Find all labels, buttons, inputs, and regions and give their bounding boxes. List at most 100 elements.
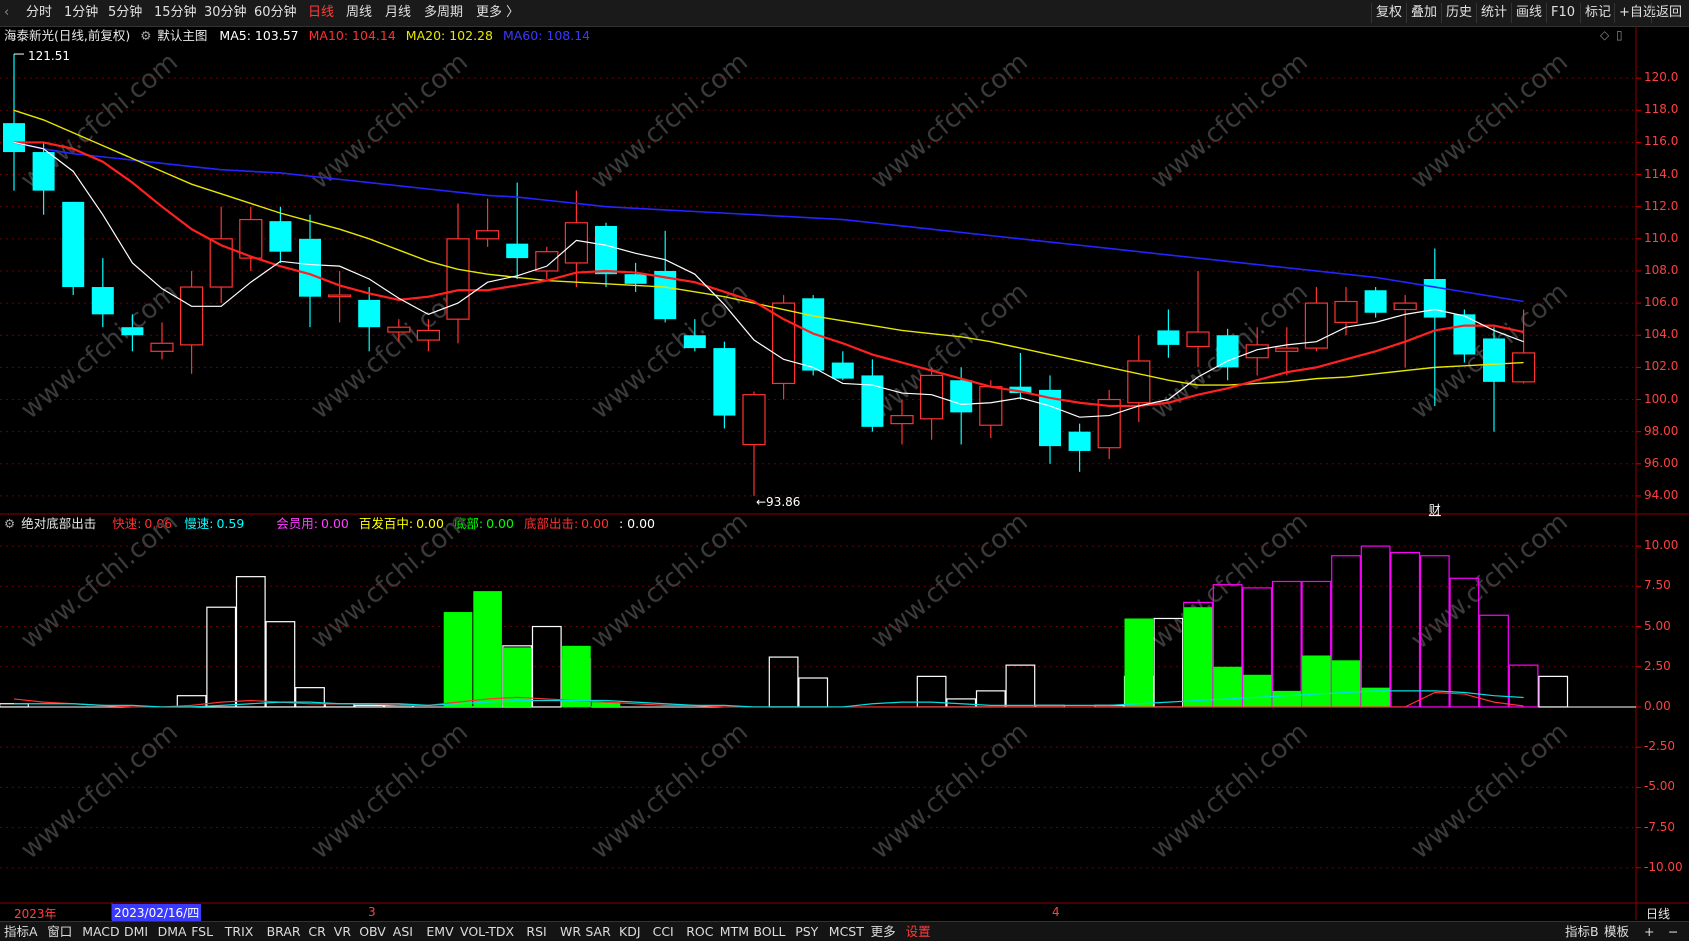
indicator-tab-0[interactable]: 指标A bbox=[4, 923, 38, 940]
indicator-bar bbox=[798, 677, 829, 708]
bottom-right-button-1[interactable]: 模板 bbox=[1604, 923, 1629, 940]
price-tick-label: 118.0 bbox=[1644, 102, 1679, 117]
high-price-label: 121.51 bbox=[28, 49, 70, 63]
indicator-tab-6[interactable]: TRIX bbox=[225, 923, 254, 940]
price-tick-label: 98.00 bbox=[1644, 423, 1679, 438]
watermark-text: www.cfchi.com bbox=[1405, 717, 1574, 865]
indicator-tab-1[interactable]: 窗口 bbox=[47, 923, 72, 940]
indicator-tab-11[interactable]: ASI bbox=[393, 923, 413, 940]
year-label: 2023年 bbox=[14, 907, 57, 921]
candle-body-up bbox=[1245, 344, 1269, 359]
candle-body-down bbox=[595, 225, 617, 275]
indicator-tab-13[interactable]: VOL-TDX bbox=[460, 923, 514, 940]
candle-body-up bbox=[1275, 347, 1299, 352]
candle-body-up bbox=[742, 394, 766, 446]
indicator-tick-label: 5.00 bbox=[1644, 618, 1671, 633]
candle-body-down bbox=[121, 327, 144, 336]
candle-body-down bbox=[358, 299, 381, 328]
price-tick-label: 116.0 bbox=[1644, 134, 1679, 149]
candle-body-up bbox=[416, 329, 440, 341]
indicator-tab-4[interactable]: DMA bbox=[158, 923, 187, 940]
indicator-tab-24[interactable]: 更多 bbox=[871, 923, 896, 940]
indicator-tab-22[interactable]: PSY bbox=[795, 923, 818, 940]
watermark-text: www.cfchi.com bbox=[865, 507, 1034, 655]
bottom-right-button-0[interactable]: 指标B bbox=[1565, 923, 1599, 940]
bottom-signal-bar bbox=[1213, 666, 1242, 707]
watermark-text: www.cfchi.com bbox=[585, 507, 754, 655]
watermark-text: www.cfchi.com bbox=[865, 277, 1034, 425]
indicator-tab-17[interactable]: KDJ bbox=[619, 923, 641, 940]
watermark-text: www.cfchi.com bbox=[1405, 47, 1574, 195]
indicator-bar bbox=[1538, 675, 1569, 708]
bottom-right-button-2[interactable]: + bbox=[1644, 923, 1654, 940]
price-tick-label: 106.0 bbox=[1644, 295, 1679, 310]
watermark-text: www.cfchi.com bbox=[305, 717, 474, 865]
indicator-tab-8[interactable]: CR bbox=[308, 923, 325, 940]
candle-body-down bbox=[831, 362, 854, 379]
indicator-tab-5[interactable]: FSL bbox=[191, 923, 213, 940]
finance-tag: 财 bbox=[1429, 503, 1441, 517]
candle-body-up bbox=[446, 238, 470, 320]
candle-body-down bbox=[861, 375, 884, 427]
chart-canvas[interactable]: www.cfchi.com www.cfchi.com www.cfchi.com w… bbox=[0, 0, 1689, 940]
period-label[interactable]: 日线 bbox=[1646, 905, 1670, 922]
indicator-tab-19[interactable]: ROC bbox=[686, 923, 713, 940]
indicator-tick-label: -7.50 bbox=[1644, 819, 1676, 834]
candle-body-down bbox=[683, 335, 706, 349]
candle-body-up bbox=[564, 222, 589, 264]
indicator-bar bbox=[265, 621, 296, 708]
candle-body-down bbox=[3, 123, 25, 153]
indicator-tab-9[interactable]: VR bbox=[334, 923, 351, 940]
cursor-date: 2023/02/16/四 bbox=[112, 904, 202, 921]
indicator-tab-7[interactable]: BRAR bbox=[267, 923, 301, 940]
candle-body-up bbox=[1511, 352, 1536, 383]
indicator-tab-3[interactable]: DMI bbox=[124, 923, 148, 940]
indicator-bar bbox=[235, 576, 266, 708]
indicator-bar bbox=[1271, 580, 1302, 708]
price-tick-label: 94.00 bbox=[1644, 487, 1679, 502]
indicator-bar bbox=[206, 606, 237, 708]
month-3-label: 3 bbox=[368, 905, 376, 919]
candle-body-down bbox=[950, 380, 973, 413]
indicator-tab-16[interactable]: SAR bbox=[585, 923, 610, 940]
ma5-line bbox=[13, 141, 1524, 418]
candle-body-down bbox=[299, 238, 321, 297]
indicator-tick-label: -2.50 bbox=[1644, 739, 1676, 754]
watermark-text: www.cfchi.com bbox=[585, 717, 754, 865]
watermark-text: www.cfchi.com bbox=[865, 717, 1034, 865]
candle-body-down bbox=[91, 287, 114, 315]
candle-body-down bbox=[624, 274, 647, 284]
indicator-tab-12[interactable]: EMV bbox=[426, 923, 453, 940]
candle-body-up bbox=[1393, 302, 1417, 311]
indicator-tab-23[interactable]: MCST bbox=[829, 923, 864, 940]
candle-body-down bbox=[713, 348, 736, 416]
bottom-signal-bar bbox=[1272, 690, 1302, 707]
price-tick-label: 108.0 bbox=[1644, 262, 1679, 277]
candle-body-up bbox=[328, 294, 352, 298]
candle-body-up bbox=[1127, 360, 1151, 404]
watermark-text: www.cfchi.com bbox=[865, 47, 1034, 195]
bottom-right-button-3[interactable]: − bbox=[1668, 923, 1678, 940]
candle-body-up bbox=[1334, 300, 1358, 323]
bottom-signal-bar bbox=[562, 645, 591, 707]
candle-body-down bbox=[269, 221, 292, 252]
indicator-tab-15[interactable]: WR bbox=[560, 923, 581, 940]
indicator-tab-2[interactable]: MACD bbox=[82, 923, 119, 940]
price-tick-label: 110.0 bbox=[1644, 230, 1679, 245]
indicator-tab-20[interactable]: MTM bbox=[720, 923, 749, 940]
indicator-tab-18[interactable]: CCI bbox=[653, 923, 674, 940]
indicator-tab-10[interactable]: OBV bbox=[359, 923, 386, 940]
low-price-label: ←93.86 bbox=[756, 495, 800, 509]
indicator-tab-21[interactable]: BOLL bbox=[753, 923, 785, 940]
bottom-signal-bar bbox=[1124, 618, 1154, 707]
indicator-bar bbox=[768, 656, 799, 708]
indicator-tab-14[interactable]: RSI bbox=[526, 923, 546, 940]
watermark-text: www.cfchi.com bbox=[1145, 47, 1314, 195]
candle-body-down bbox=[506, 243, 529, 259]
indicator-tick-label: -5.00 bbox=[1644, 779, 1676, 794]
indicator-tab-25[interactable]: 设置 bbox=[906, 923, 931, 940]
indicator-tick-label: -10.00 bbox=[1644, 859, 1683, 874]
candle-body-down bbox=[32, 152, 55, 191]
candle-body-down bbox=[1364, 290, 1387, 313]
candle-body-down bbox=[1483, 338, 1505, 382]
